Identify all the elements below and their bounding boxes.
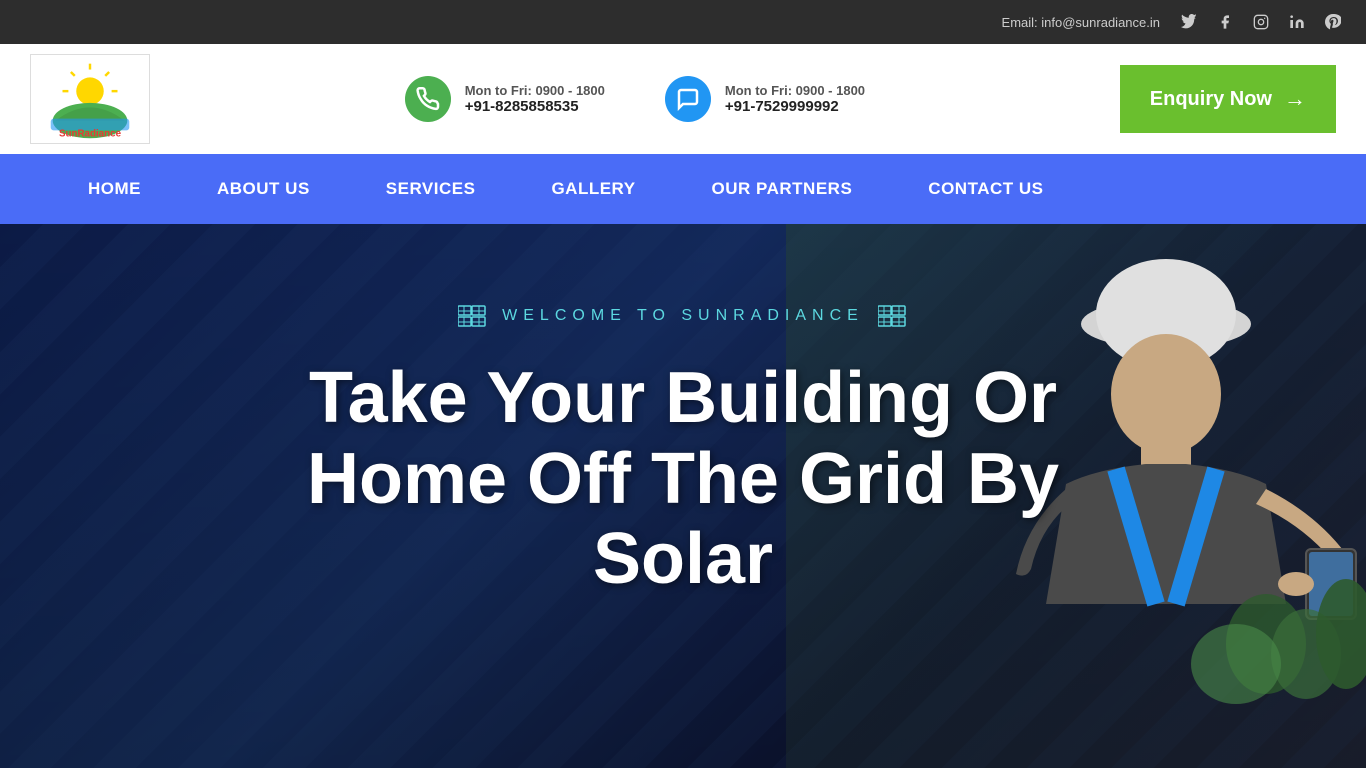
logo-image: SunRadiance (36, 59, 144, 139)
phone1-number: +91-8285858535 (465, 98, 605, 115)
phone-icon (405, 76, 451, 122)
hero-title-line2: Home Off The Grid By (307, 439, 1059, 519)
svg-text:SunRadiance: SunRadiance (59, 128, 122, 139)
nav-services[interactable]: SERVICES (348, 154, 514, 224)
contact-info: Mon to Fri: 0900 - 1800 +91-8285858535 M… (180, 76, 1090, 122)
phone2-number: +91-7529999992 (725, 98, 865, 115)
enquiry-now-button[interactable]: Enquiry Now → (1120, 65, 1336, 133)
logo-box[interactable]: SunRadiance (30, 54, 150, 144)
twitter-icon[interactable] (1176, 9, 1202, 35)
phone1-label: Mon to Fri: 0900 - 1800 (465, 83, 605, 98)
facebook-icon[interactable] (1212, 9, 1238, 35)
linkedin-icon[interactable] (1284, 9, 1310, 35)
instagram-icon[interactable] (1248, 9, 1274, 35)
nav-our-partners[interactable]: OUR PARTNERS (674, 154, 891, 224)
hero-title-line3: Solar (593, 519, 773, 599)
enquiry-btn-label: Enquiry Now (1150, 88, 1272, 111)
nav-about-us[interactable]: ABOUT US (179, 154, 348, 224)
social-icons (1176, 9, 1346, 35)
email-label: Email: info@sunradiance.in (1002, 15, 1160, 30)
phone2-label: Mon to Fri: 0900 - 1800 (725, 83, 865, 98)
welcome-line: WELCOME TO SUNRADIANCE (458, 304, 908, 328)
pinterest-icon[interactable] (1320, 9, 1346, 35)
contact-phone1: Mon to Fri: 0900 - 1800 +91-8285858535 (405, 76, 605, 122)
arrow-icon: → (1284, 86, 1306, 112)
welcome-text: WELCOME TO SUNRADIANCE (502, 307, 864, 325)
phone1-text: Mon to Fri: 0900 - 1800 +91-8285858535 (465, 83, 605, 115)
solar-panel-icon-left (458, 304, 488, 328)
chat-icon (665, 76, 711, 122)
contact-phone2: Mon to Fri: 0900 - 1800 +91-7529999992 (665, 76, 865, 122)
nav-contact-us[interactable]: CONTACT US (890, 154, 1081, 224)
navbar: HOME ABOUT US SERVICES GALLERY OUR PARTN… (0, 154, 1366, 224)
top-bar: Email: info@sunradiance.in (0, 0, 1366, 44)
header: SunRadiance Mon to Fri: 0900 - 1800 +91-… (0, 44, 1366, 154)
hero-section: WELCOME TO SUNRADIANCE Take Your Buildin… (0, 224, 1366, 768)
hero-title-line1: Take Your Building Or (309, 358, 1057, 438)
solar-panel-icon-right (878, 304, 908, 328)
hero-title: Take Your Building Or Home Off The Grid … (307, 358, 1059, 600)
phone2-text: Mon to Fri: 0900 - 1800 +91-7529999992 (725, 83, 865, 115)
nav-home[interactable]: HOME (50, 154, 179, 224)
nav-gallery[interactable]: GALLERY (513, 154, 673, 224)
hero-content: WELCOME TO SUNRADIANCE Take Your Buildin… (0, 224, 1366, 600)
